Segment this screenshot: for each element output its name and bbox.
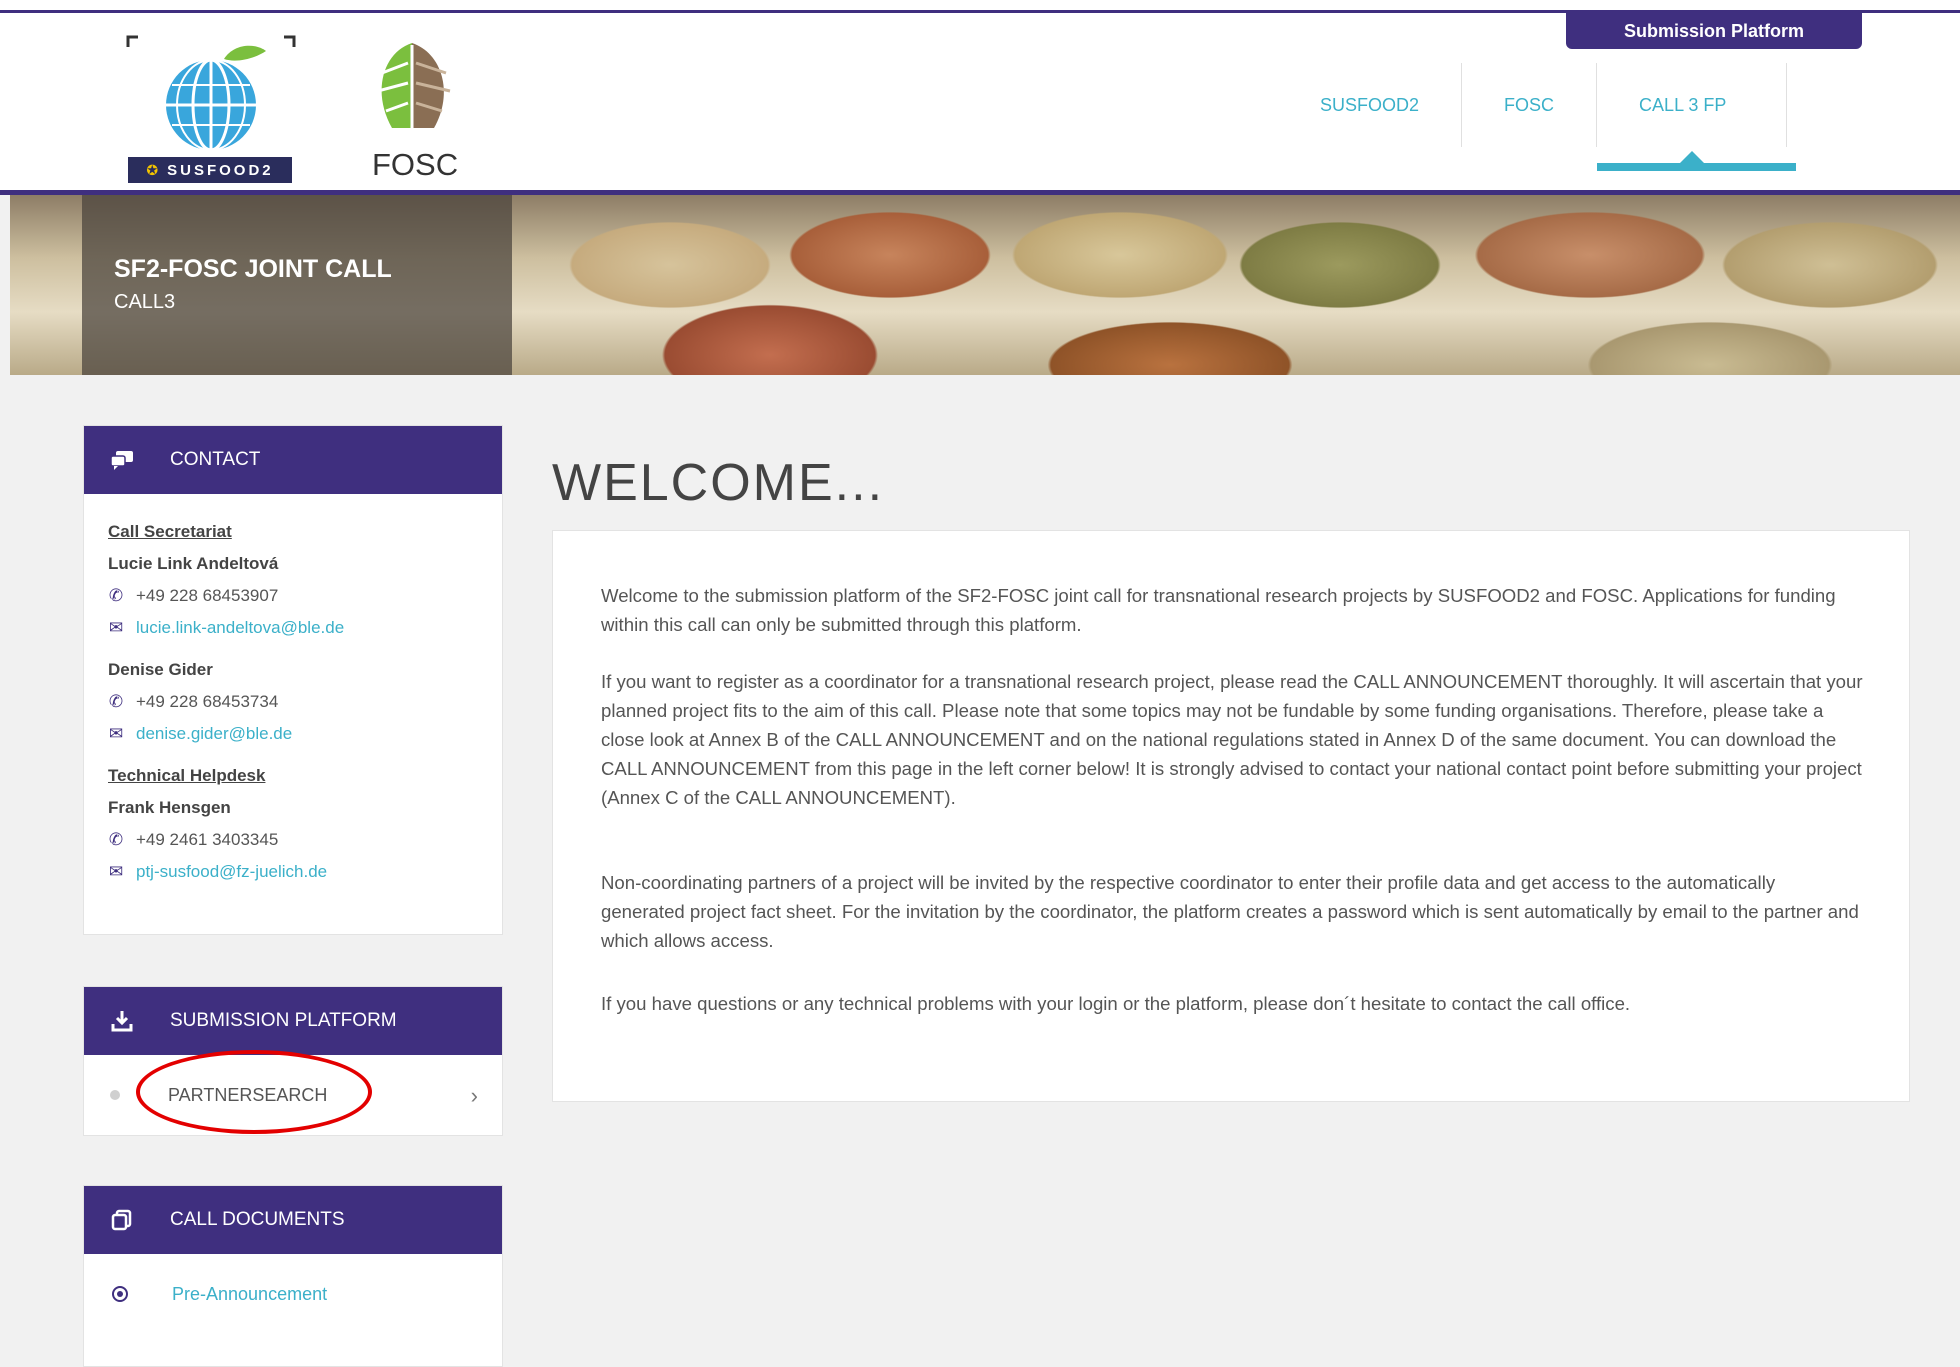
susfood2-logo[interactable]: ✪ SUSFOOD2 — [126, 33, 296, 183]
globe-logo-icon — [126, 35, 296, 152]
welcome-paragraph-3: Non-coordinating partners of a project w… — [601, 872, 1859, 951]
leaf-mosaic-logo-icon — [377, 43, 451, 131]
contact-header: CONTACT — [84, 426, 502, 494]
documents-icon — [104, 1209, 140, 1231]
nav-call3-fp[interactable]: CALL 3 FP — [1597, 63, 1797, 171]
page-title: WELCOME... — [552, 453, 885, 512]
contact-phone-3: ✆ +49 2461 3403345 — [108, 824, 502, 856]
contact-body: Call Secretariat Lucie Link Andeltová ✆ … — [84, 494, 502, 888]
bullet-dot-icon — [110, 1090, 120, 1100]
contact-name-2: Denise Gider — [108, 660, 213, 679]
fosc-logo-text: FOSC — [372, 147, 459, 182]
email-link-1[interactable]: lucie.link-andeltova@ble.de — [136, 612, 344, 644]
submission-platform-title: SUBMISSION PLATFORM — [170, 1010, 397, 1031]
welcome-content-box: Welcome to the submission platform of th… — [552, 530, 1910, 1102]
contact-email-1[interactable]: ✉ lucie.link-andeltova@ble.de — [108, 612, 502, 644]
technical-helpdesk-heading: Technical Helpdesk — [108, 766, 266, 785]
call-documents-box: CALL DOCUMENTS Pre-Announcement — [83, 1185, 503, 1367]
hero-banner: SF2-FOSC JOINT CALL CALL3 — [10, 195, 1960, 375]
contact-box: CONTACT Call Secretariat Lucie Link Ande… — [83, 425, 503, 935]
highlight-ellipse — [136, 1050, 372, 1134]
susfood2-wordmark: ✪ SUSFOOD2 — [128, 157, 292, 183]
welcome-paragraph-1: Welcome to the submission platform of th… — [601, 585, 1836, 635]
submission-platform-header: SUBMISSION PLATFORM — [84, 987, 502, 1055]
phone-icon: ✆ — [108, 830, 124, 849]
site-header: Submission Platform ✪ SUSFOOD2 FOSC SUSF… — [0, 13, 1960, 190]
call-secretariat-heading: Call Secretariat — [108, 522, 232, 541]
contact-phone-2: ✆ +49 228 68453734 — [108, 686, 502, 718]
contact-name-3: Frank Hensgen — [108, 798, 231, 817]
welcome-paragraph-4: If you have questions or any technical p… — [601, 993, 1631, 1014]
envelope-icon: ✉ — [108, 724, 124, 743]
contact-email-2[interactable]: ✉ denise.gider@ble.de — [108, 718, 502, 750]
call-documents-header: CALL DOCUMENTS — [84, 1186, 502, 1254]
contact-name-1: Lucie Link Andeltová — [108, 554, 279, 573]
contact-phone-1: ✆ +49 228 68453907 — [108, 580, 502, 612]
circle-dot-icon — [108, 1286, 132, 1302]
fosc-logo[interactable]: FOSC — [362, 33, 462, 183]
contact-email-3[interactable]: ✉ ptj-susfood@fz-juelich.de — [108, 856, 502, 888]
phone-icon: ✆ — [108, 586, 124, 605]
email-link-3[interactable]: ptj-susfood@fz-juelich.de — [136, 856, 327, 888]
chat-bubbles-icon — [104, 450, 140, 470]
envelope-icon: ✉ — [108, 862, 124, 881]
nav-susfood2[interactable]: SUSFOOD2 — [1278, 63, 1463, 147]
contact-title: CONTACT — [170, 449, 261, 470]
hero-overlay-panel — [82, 195, 512, 375]
chevron-right-icon: › — [470, 1083, 478, 1108]
phone-text-1: +49 228 68453907 — [136, 586, 279, 605]
phone-text-3: +49 2461 3403345 — [136, 830, 279, 849]
email-link-2[interactable]: denise.gider@ble.de — [136, 718, 292, 750]
call-documents-title: CALL DOCUMENTS — [170, 1209, 345, 1230]
envelope-icon: ✉ — [108, 618, 124, 637]
pre-announcement-link[interactable]: Pre-Announcement — [84, 1254, 502, 1334]
eu-stars-icon: ✪ — [146, 161, 162, 178]
top-navigation: SUSFOOD2 FOSC CALL 3 FP — [1278, 63, 1797, 171]
top-border — [0, 0, 1960, 13]
pre-announcement-label[interactable]: Pre-Announcement — [172, 1284, 327, 1305]
submission-platform-tab[interactable]: Submission Platform — [1566, 13, 1862, 49]
susfood2-logo-text: SUSFOOD2 — [167, 161, 274, 179]
hero-subtitle: CALL3 — [114, 291, 176, 313]
download-icon — [104, 1010, 140, 1032]
phone-text-2: +49 228 68453734 — [136, 692, 279, 711]
phone-icon: ✆ — [108, 692, 124, 711]
welcome-paragraph-2: If you want to register as a coordinator… — [601, 671, 1863, 808]
nav-fosc[interactable]: FOSC — [1462, 63, 1598, 147]
hero-title: SF2-FOSC JOINT CALL — [114, 255, 392, 283]
